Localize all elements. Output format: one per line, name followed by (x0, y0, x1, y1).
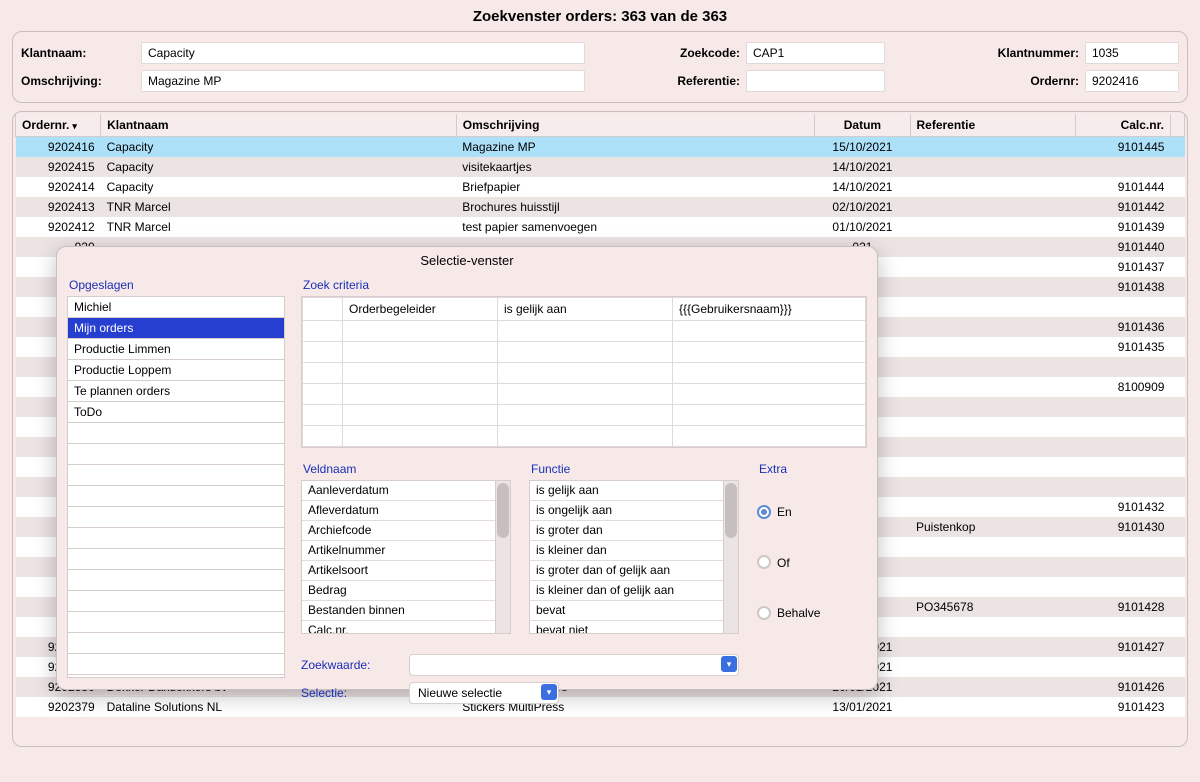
list-item[interactable]: is ongelijk aan (530, 501, 738, 521)
list-item[interactable] (68, 612, 284, 633)
list-item[interactable]: Archiefcode (302, 521, 510, 541)
list-item[interactable] (68, 549, 284, 570)
crit-field[interactable]: Orderbegeleider (343, 298, 498, 321)
combo-selectie[interactable]: Nieuwe selectie ▾ (409, 682, 559, 704)
list-item[interactable]: Calc.nr. (302, 621, 510, 634)
list-item[interactable]: Mijn orders (68, 318, 284, 339)
table-row[interactable]: 9202416CapacityMagazine MP15/10/20219101… (16, 137, 1185, 158)
list-item[interactable]: bevat (530, 601, 738, 621)
input-klantnummer[interactable]: 1035 (1085, 42, 1179, 64)
col-ordernr[interactable]: Ordernr.▾ (16, 114, 101, 137)
scrollbar[interactable] (495, 481, 510, 633)
combo-zoekwaarde[interactable]: ▾ (409, 654, 739, 676)
dialog-title: Selectie-venster (57, 247, 877, 274)
list-item[interactable]: Te plannen orders (68, 381, 284, 402)
list-item[interactable]: Artikelnummer (302, 541, 510, 561)
list-item[interactable]: Artikelsoort (302, 561, 510, 581)
list-item[interactable]: Bestanden binnen (302, 601, 510, 621)
table-row[interactable]: 9202412TNR Marceltest papier samenvoegen… (16, 217, 1185, 237)
list-item[interactable] (68, 444, 284, 465)
table-row[interactable]: 9202415Capacityvisitekaartjes14/10/2021 (16, 157, 1185, 177)
chevron-down-icon[interactable]: ▾ (721, 656, 737, 672)
scrollbar[interactable] (723, 481, 738, 633)
label-referentie: Referentie: (585, 74, 746, 88)
label-veldnaam: Veldnaam (303, 462, 511, 476)
label-klantnummer: Klantnummer: (885, 46, 1085, 60)
list-item[interactable]: is kleiner dan of gelijk aan (530, 581, 738, 601)
label-selectie: Selectie: (301, 686, 409, 700)
col-referentie[interactable]: Referentie (910, 114, 1075, 137)
list-item[interactable] (68, 423, 284, 444)
col-klantnaam[interactable]: Klantnaam (101, 114, 457, 137)
chevron-down-icon[interactable]: ▾ (541, 684, 557, 700)
search-form-panel: Klantnaam: Capacity Zoekcode: CAP1 Klant… (12, 31, 1188, 103)
list-item[interactable] (68, 654, 284, 675)
list-item[interactable]: ToDo (68, 402, 284, 423)
col-datum[interactable]: Datum (815, 114, 910, 137)
sort-desc-icon: ▾ (69, 121, 77, 131)
label-extra: Extra (759, 462, 857, 476)
list-item[interactable] (68, 528, 284, 549)
col-spacer (1170, 114, 1184, 137)
radio-behalve[interactable]: Behalve (757, 605, 857, 620)
col-omschrijving[interactable]: Omschrijving (456, 114, 815, 137)
label-opgeslagen: Opgeslagen (69, 278, 285, 292)
list-item[interactable]: is groter dan of gelijk aan (530, 561, 738, 581)
col-calcnr[interactable]: Calc.nr. (1075, 114, 1170, 137)
crit-val[interactable]: {{{Gebruikersnaam}}} (673, 298, 866, 321)
list-item[interactable] (68, 507, 284, 528)
list-item[interactable] (68, 675, 284, 696)
input-zoekcode[interactable]: CAP1 (746, 42, 885, 64)
criteria-grid[interactable]: Orderbegeleider is gelijk aan {{{Gebruik… (301, 296, 867, 448)
radio-of[interactable]: Of (757, 555, 857, 570)
list-item[interactable]: bevat niet (530, 621, 738, 634)
label-functie: Functie (531, 462, 739, 476)
input-referentie[interactable] (746, 70, 885, 92)
table-row[interactable]: 9202413TNR MarcelBrochures huisstijl02/1… (16, 197, 1185, 217)
list-item[interactable] (68, 465, 284, 486)
label-zoekcode: Zoekcode: (585, 46, 746, 60)
crit-func[interactable]: is gelijk aan (498, 298, 673, 321)
list-item[interactable]: Michiel (68, 297, 284, 318)
functie-list[interactable]: is gelijk aanis ongelijk aanis groter da… (529, 480, 739, 634)
label-klantnaam: Klantnaam: (21, 46, 141, 60)
veldnaam-list[interactable]: AanleverdatumAfleverdatumArchiefcodeArti… (301, 480, 511, 634)
input-omschrijving[interactable]: Magazine MP (141, 70, 585, 92)
list-item[interactable] (68, 486, 284, 507)
list-item[interactable]: Productie Loppem (68, 360, 284, 381)
label-ordernr: Ordernr: (885, 74, 1085, 88)
label-omschrijving: Omschrijving: (21, 74, 141, 88)
list-item[interactable]: Productie Limmen (68, 339, 284, 360)
radio-en[interactable]: En (757, 504, 857, 519)
list-item[interactable] (68, 633, 284, 654)
list-item[interactable]: is groter dan (530, 521, 738, 541)
table-row[interactable]: 9202414CapacityBriefpapier14/10/20219101… (16, 177, 1185, 197)
label-zoekwaarde: Zoekwaarde: (301, 658, 409, 672)
list-item[interactable]: is kleiner dan (530, 541, 738, 561)
window-title: Zoekvenster orders: 363 van de 363 (0, 0, 1200, 31)
list-item[interactable]: Aanleverdatum (302, 481, 510, 501)
list-item[interactable]: Bedrag (302, 581, 510, 601)
list-item[interactable]: is gelijk aan (530, 481, 738, 501)
input-ordernr[interactable]: 9202416 (1085, 70, 1179, 92)
selection-dialog: Selectie-venster Opgeslagen MichielMijn … (56, 246, 878, 690)
label-zoekcriteria: Zoek criteria (303, 278, 867, 292)
list-item[interactable] (68, 591, 284, 612)
list-item[interactable] (68, 570, 284, 591)
input-klantnaam[interactable]: Capacity (141, 42, 585, 64)
saved-queries-list[interactable]: MichielMijn ordersProductie LimmenProduc… (67, 296, 285, 678)
list-item[interactable]: Afleverdatum (302, 501, 510, 521)
